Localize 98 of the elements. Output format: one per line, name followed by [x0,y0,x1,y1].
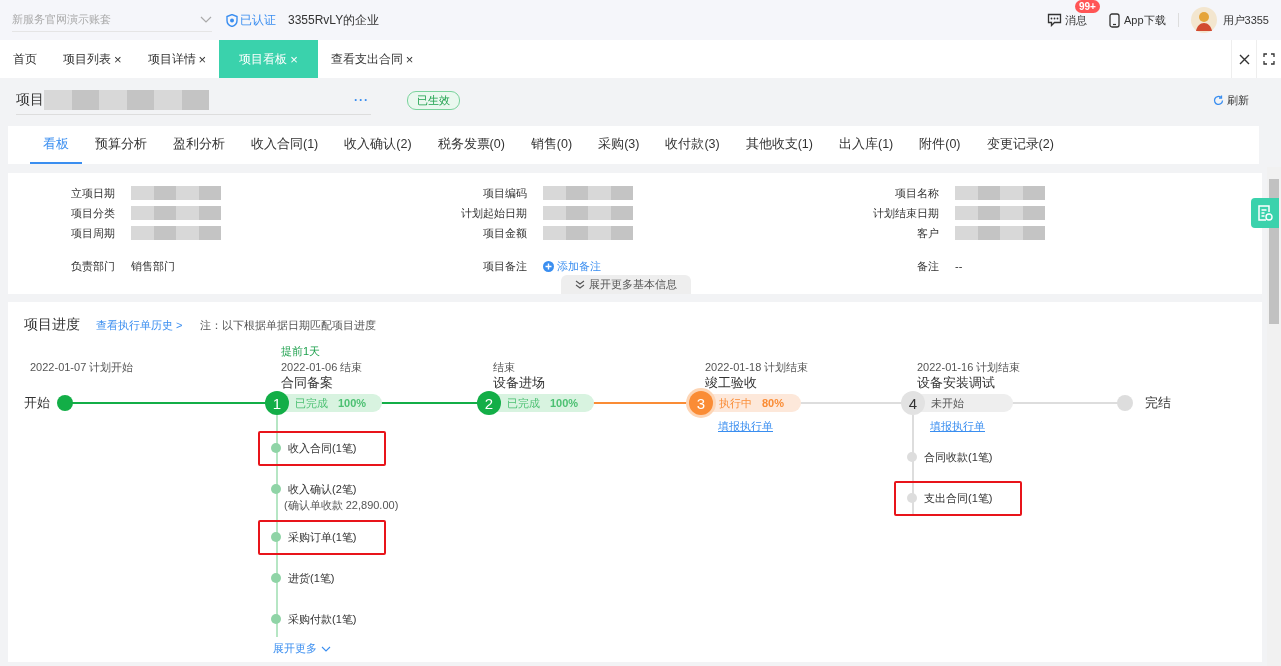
stage-name: 设备进场 [493,375,546,391]
section-tab[interactable]: 收入合同(1) [238,126,332,164]
shield-icon [226,13,238,27]
count-badge: 99+ [1074,0,1100,13]
app-download-button[interactable]: App下载 [1108,12,1166,28]
record-link[interactable]: 进货(1笔) [288,570,354,587]
record-link[interactable]: 采购订单(1笔) [288,529,357,546]
field-value: -- [955,260,963,272]
section-tab[interactable]: 盈利分析 [160,126,238,164]
stage-node: 1 [265,391,289,415]
chevron-down-icon [200,15,212,24]
refresh-icon [1213,94,1224,106]
fullscreen-icon [1263,53,1275,65]
page-tab[interactable]: 首页 [0,40,50,78]
item-dot [271,573,281,583]
item-dot [271,443,281,453]
close-tab-icon[interactable]: × [114,51,122,67]
field-label: 项目周期 [70,225,115,241]
phone-icon [1108,12,1120,28]
fill-report-link[interactable]: 填报执行单 [718,418,773,434]
section-tab[interactable]: 出入库(1) [825,126,907,164]
tab-label: 查看支出合同 [330,50,403,68]
section-tab[interactable]: 看板 [30,126,82,164]
field-label: 立项日期 [70,185,115,201]
field-label: 备注 [916,258,939,274]
field-label: 项目金额 [482,225,527,241]
project-title-field[interactable]: 项目 ··· [16,85,371,115]
close-icon [1238,53,1250,65]
date-label: 2022-01-06 结束 [281,360,364,375]
double-chevron-icon [575,280,585,289]
field-label: 客户 [916,225,939,241]
date-label: 2022-01-07 计划开始 [30,360,135,375]
record-link[interactable]: 采购付款(1笔) [288,611,357,628]
record-link[interactable]: 支出合同(1笔) [924,490,993,507]
item-dot [271,484,281,494]
section-tab[interactable]: 其他收支(1) [732,126,826,164]
note-icon [1257,204,1273,222]
chat-icon [1046,13,1062,27]
field-label: 计划结束日期 [872,205,939,221]
field-label: 负责部门 [70,258,115,274]
item-note: (确认单收款 22,890.00) [284,498,399,512]
record-link[interactable]: 合同收款(1笔) [924,449,993,466]
item-dot [271,614,281,624]
plus-circle-icon [543,260,554,272]
section-tab[interactable]: 收入确认(2) [331,126,425,164]
field-label: 项目分类 [70,205,115,221]
ahead-note: 提前1天 [281,344,322,359]
date-label: 2022-01-18 计划结束 [705,360,810,375]
stage-name: 设备安装调试 [917,375,996,391]
fill-report-link[interactable]: 填报执行单 [930,418,985,434]
page-tab[interactable]: 项目详情 × [134,40,220,78]
stage-node: 2 [477,391,501,415]
section-tab[interactable]: 变更记录(2) [973,126,1067,164]
section-tab[interactable]: 预算分析 [82,126,160,164]
record-link[interactable]: 收入合同(1笔) [288,440,357,457]
page-tab[interactable]: 项目列表 × [50,40,135,78]
field-label: 项目备注 [482,258,527,274]
add-note-link[interactable]: 添加备注 [543,258,601,274]
company-name: 3355RvLY的企业 [288,11,380,29]
section-tab[interactable]: 采购(3) [585,126,653,164]
stage-node: 4 [901,391,925,415]
tab-label: 首页 [13,50,37,68]
field-label: 项目名称 [894,185,939,201]
date-label: 结束 [493,360,516,375]
close-tab-icon[interactable]: × [198,51,207,67]
avatar-icon[interactable] [1190,7,1217,33]
end-label: 完结 [1145,394,1171,412]
refresh-button[interactable]: 刷新 [1213,92,1249,108]
verified-label: 已认证 [240,11,276,29]
section-tab[interactable]: 收付款(3) [652,126,733,164]
field-label: 计划起始日期 [460,205,527,221]
messages-button[interactable]: 消息 [1046,12,1087,28]
field-value: 销售部门 [131,258,175,274]
close-tab-icon[interactable]: × [405,51,414,67]
section-title: 项目进度 [24,316,80,334]
record-link[interactable]: 收入确认(2笔) [288,481,399,498]
section-tab[interactable]: 附件(0) [906,126,974,164]
history-link[interactable]: 查看执行单历史 > [96,317,183,333]
note-text: 注：以下根据单据日期匹配项目进度 [200,317,377,333]
stage-name: 竣工验收 [705,375,758,391]
stage-name: 合同备案 [281,375,334,391]
status-tag: 已生效 [407,90,460,110]
section-tab[interactable]: 销售(0) [517,126,586,164]
page-tab[interactable]: 查看支出合同 × [317,40,427,78]
tab-label: 项目列表 [63,50,111,68]
item-dot [271,532,281,542]
date-label: 2022-01-16 计划结束 [917,360,1022,375]
tab-label: 项目详情 [147,50,196,68]
chevron-down-icon [321,645,331,652]
expand-info-button[interactable]: 展开更多基本信息 [561,275,691,294]
section-tab[interactable]: 税务发票(0) [424,126,518,164]
stage-node: 3 [689,391,713,415]
tab-label: 项目看板 [239,50,288,68]
expand-more-link[interactable]: 展开更多 [273,641,477,656]
user-name[interactable]: 用户3355 [1222,12,1269,28]
field-label: 项目编码 [482,185,527,201]
project-label: 项目 [16,90,44,109]
scrollbar[interactable] [1267,167,1281,666]
